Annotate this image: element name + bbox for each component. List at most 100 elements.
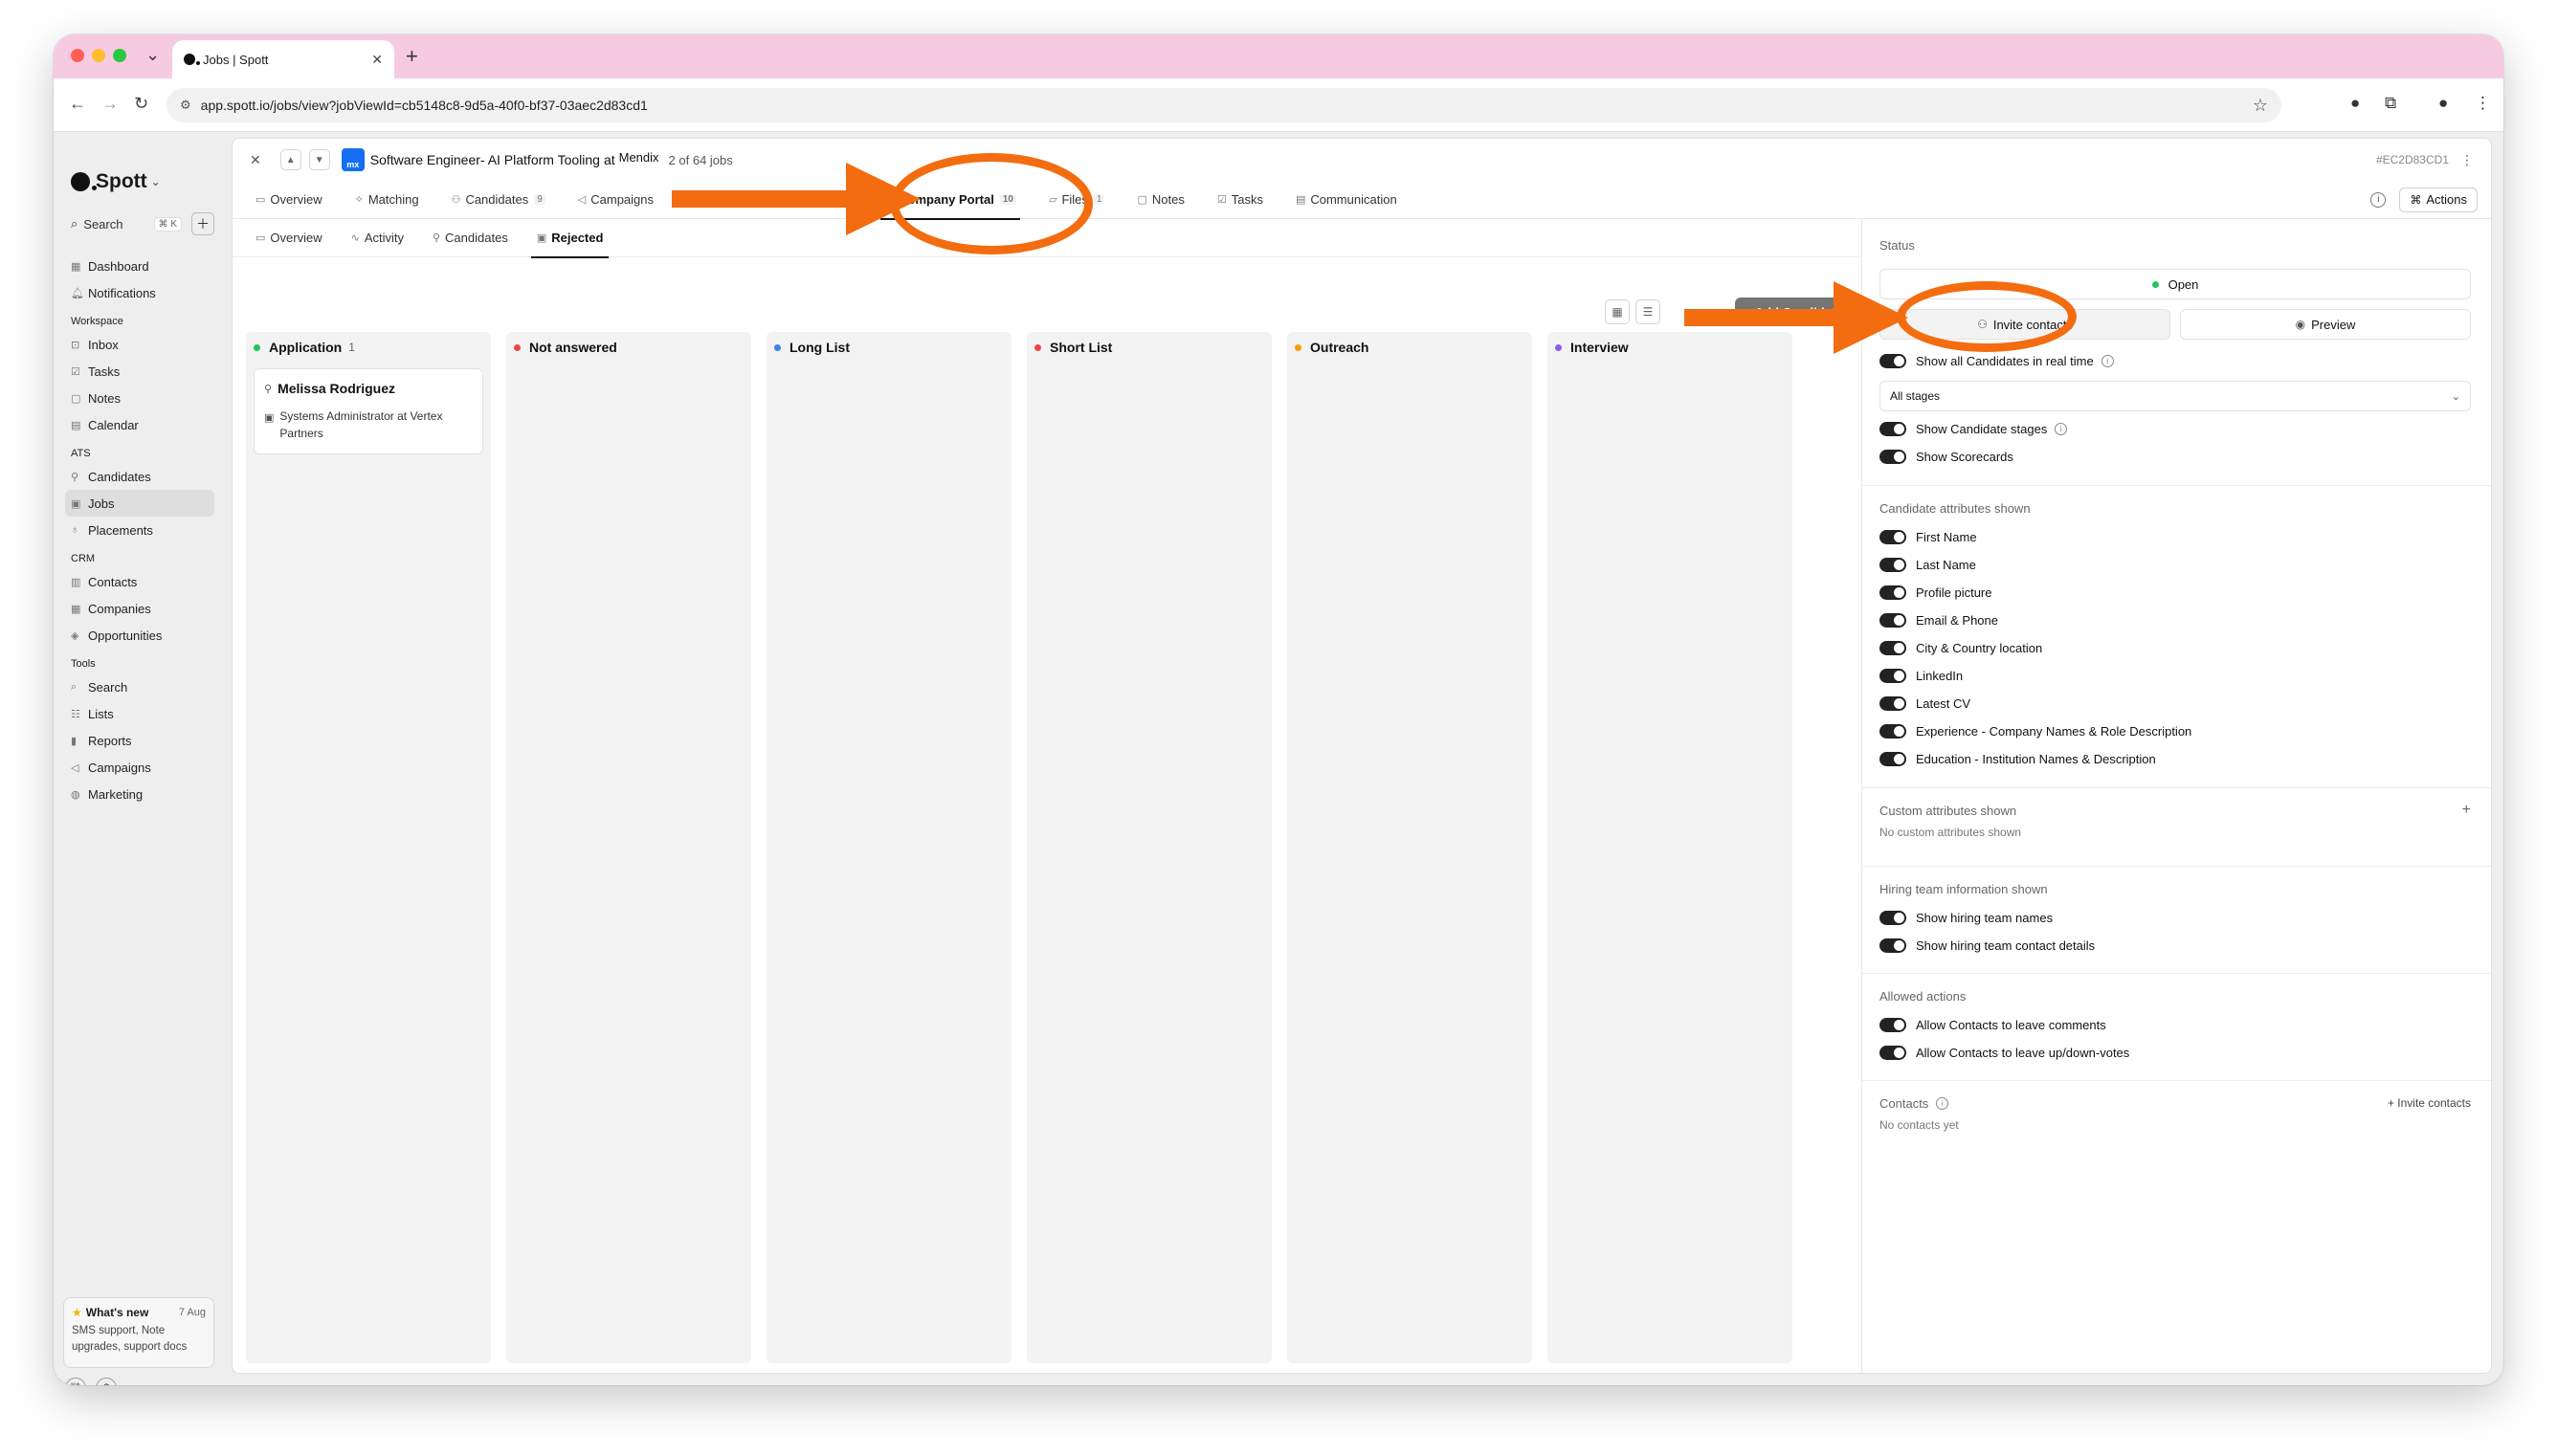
site-info-icon[interactable]: ⚙ — [180, 98, 191, 113]
sidebar-item-reports[interactable]: ▮ Reports — [65, 727, 214, 754]
sidebar-item-search[interactable]: ⌕ Search — [65, 673, 214, 700]
info-icon[interactable]: i — [2101, 355, 2114, 367]
candidate-attribute-toggle[interactable] — [1879, 696, 1906, 711]
close-icon[interactable]: ✕ — [250, 152, 261, 168]
hiring-team-toggle[interactable] — [1879, 911, 1906, 925]
candidate-attribute-toggle-row[interactable]: Last Name — [1879, 551, 2471, 579]
candidate-attribute-toggle-row[interactable]: Latest CV — [1879, 690, 2471, 717]
allowed-action-toggle[interactable] — [1879, 1046, 1906, 1060]
show-scorecards-toggle-row[interactable]: Show Scorecards — [1879, 443, 2471, 471]
sidebar-item-lists[interactable]: ☷ Lists — [65, 700, 214, 727]
reload-icon[interactable]: ↻ — [134, 94, 148, 114]
candidate-attribute-toggle[interactable] — [1879, 530, 1906, 544]
info-icon[interactable]: i — [2055, 423, 2068, 435]
job-id[interactable]: #EC2D83CD1 — [2376, 153, 2449, 166]
show-stages-toggle[interactable] — [1879, 422, 1906, 436]
next-job-chevron-down-icon[interactable]: ▼ — [308, 149, 330, 170]
tab-matching[interactable]: ✧ Matching — [345, 181, 429, 219]
allowed-action-toggle-row[interactable]: Allow Contacts to leave comments — [1879, 1011, 2471, 1039]
sidebar-item-notifications[interactable]: 🔔︎ Notifications — [65, 279, 214, 306]
bookmark-star-icon[interactable]: ☆ — [2253, 96, 2268, 116]
add-custom-attribute-plus-icon[interactable]: + — [2462, 802, 2471, 819]
browser-tab-active[interactable]: Jobs | Spott ✕ — [172, 40, 394, 78]
tab-communication[interactable]: ▤ Communication — [1286, 181, 1407, 219]
help-icon[interactable]: ? — [96, 1378, 117, 1385]
actions-button[interactable]: ⌘ Actions — [2399, 187, 2478, 212]
tab-notes[interactable]: ▢ Notes — [1127, 181, 1193, 219]
candidate-attribute-toggle[interactable] — [1879, 641, 1906, 655]
candidate-attribute-toggle[interactable] — [1879, 752, 1906, 766]
candidate-card[interactable]: ⚲ Melissa Rodriguez ▣ Systems Administrator… — [254, 368, 483, 454]
allowed-action-toggle-row[interactable]: Allow Contacts to leave up/down-votes — [1879, 1039, 2471, 1067]
sidebar-item-contacts[interactable]: ▥ Contacts — [65, 568, 214, 595]
invite-contacts-link[interactable]: + Invite contacts — [2388, 1096, 2471, 1110]
tab-search-chevron-icon[interactable]: ⌄ — [145, 45, 160, 65]
brand-switcher[interactable]: Spott ⌄ — [71, 170, 161, 193]
show-stages-toggle-row[interactable]: Show Candidate stages i — [1879, 415, 2471, 443]
back-arrow-icon[interactable]: ← — [69, 94, 86, 114]
job-company-link[interactable]: Mendix — [619, 150, 659, 165]
more-options-icon[interactable]: ⋮ — [2460, 152, 2474, 168]
subtab-overview[interactable]: ▭ Overview — [246, 219, 332, 257]
info-icon[interactable]: i — [1936, 1096, 1949, 1110]
puzzle-extensions-icon[interactable]: ⧉ — [2385, 94, 2396, 113]
sidebar-item-companies[interactable]: ▦ Companies — [65, 595, 214, 622]
sidebar-item-opportunities[interactable]: ◈ Opportunities — [65, 622, 214, 649]
forward-arrow-icon[interactable]: → — [101, 94, 119, 114]
subtab-rejected[interactable]: ▣ Rejected — [527, 219, 613, 258]
candidate-attribute-toggle-row[interactable]: Education - Institution Names & Descript… — [1879, 745, 2471, 773]
sidebar-item-calendar[interactable]: ▤ Calendar — [65, 411, 214, 438]
window-close-button[interactable] — [71, 49, 84, 62]
candidate-attribute-toggle-row[interactable]: LinkedIn — [1879, 662, 2471, 690]
compose-button[interactable]: ＋ — [191, 212, 214, 235]
tab-campaigns[interactable]: ◁ Campaigns — [568, 181, 663, 219]
realtime-toggle-row[interactable]: Show all Candidates in real time i — [1879, 347, 2471, 375]
browser-menu-kebab-icon[interactable]: ⋮ — [2475, 94, 2491, 113]
tab-overview[interactable]: ▭ Overview — [246, 181, 332, 219]
candidate-attribute-toggle-row[interactable]: Email & Phone — [1879, 607, 2471, 634]
previous-job-chevron-up-icon[interactable]: ▲ — [279, 149, 301, 170]
sidebar-item-candidates[interactable]: ⚲ Candidates — [65, 463, 214, 490]
candidate-attribute-toggle[interactable] — [1879, 724, 1906, 739]
window-minimize-button[interactable] — [92, 49, 105, 62]
link-icon[interactable]: ⛓ — [65, 1378, 86, 1385]
window-zoom-button[interactable] — [113, 49, 126, 62]
url-text[interactable]: app.spott.io/jobs/view?jobViewId=cb5148c… — [201, 98, 2253, 113]
sidebar-item-marketing[interactable]: ◍ Marketing — [65, 781, 214, 807]
tab-tasks[interactable]: ☑ Tasks — [1208, 181, 1273, 219]
subtab-candidates[interactable]: ⚲ Candidates — [423, 219, 518, 257]
profile-avatar-icon[interactable]: ● — [2438, 94, 2448, 113]
list-view-icon[interactable]: ☰ — [1635, 299, 1660, 324]
sidebar-item-jobs[interactable]: ▣ Jobs — [65, 490, 214, 517]
whats-new-card[interactable]: ★ What's new 7 Aug SMS support, Note upg… — [63, 1297, 214, 1368]
candidate-attribute-toggle[interactable] — [1879, 558, 1906, 572]
grid-view-icon[interactable]: ▦ — [1605, 299, 1630, 324]
hiring-team-toggle-row[interactable]: Show hiring team names — [1879, 904, 2471, 932]
hiring-team-toggle[interactable] — [1879, 938, 1906, 953]
hiring-team-toggle-row[interactable]: Show hiring team contact details — [1879, 932, 2471, 960]
candidate-attribute-toggle-row[interactable]: First Name — [1879, 523, 2471, 551]
tab-close-icon[interactable]: ✕ — [371, 52, 383, 68]
info-icon[interactable]: i — [2370, 191, 2387, 208]
sidebar-search[interactable]: ⌕ Search ⌘ K — [65, 210, 188, 237]
candidate-attribute-toggle-row[interactable]: Profile picture — [1879, 579, 2471, 607]
candidate-attribute-toggle-row[interactable]: Experience - Company Names & Role Descri… — [1879, 717, 2471, 745]
new-tab-plus-icon[interactable]: + — [406, 44, 418, 69]
candidate-attribute-toggle[interactable] — [1879, 613, 1906, 628]
candidate-attribute-toggle[interactable] — [1879, 585, 1906, 600]
candidate-attribute-toggle[interactable] — [1879, 669, 1906, 683]
preview-button[interactable]: ◉ Preview — [2180, 309, 2471, 340]
sidebar-item-inbox[interactable]: ⊡ Inbox — [65, 331, 214, 358]
realtime-toggle[interactable] — [1879, 354, 1906, 368]
sidebar-item-tasks[interactable]: ☑ Tasks — [65, 358, 214, 385]
sidebar-item-notes[interactable]: ▢ Notes — [65, 385, 214, 411]
subtab-activity[interactable]: ∿ Activity — [342, 219, 413, 257]
stages-select[interactable]: All stages ⌄ — [1879, 381, 2471, 411]
sidebar-item-placements[interactable]: ♁ Placements — [65, 517, 214, 543]
sidebar-item-dashboard[interactable]: ▦ Dashboard — [65, 253, 214, 279]
spott-extension-icon[interactable]: ● — [2350, 94, 2360, 113]
show-scorecards-toggle[interactable] — [1879, 450, 1906, 464]
allowed-action-toggle[interactable] — [1879, 1018, 1906, 1032]
sidebar-item-campaigns[interactable]: ◁ Campaigns — [65, 754, 214, 781]
address-bar[interactable]: ⚙ app.spott.io/jobs/view?jobViewId=cb514… — [167, 88, 2281, 122]
